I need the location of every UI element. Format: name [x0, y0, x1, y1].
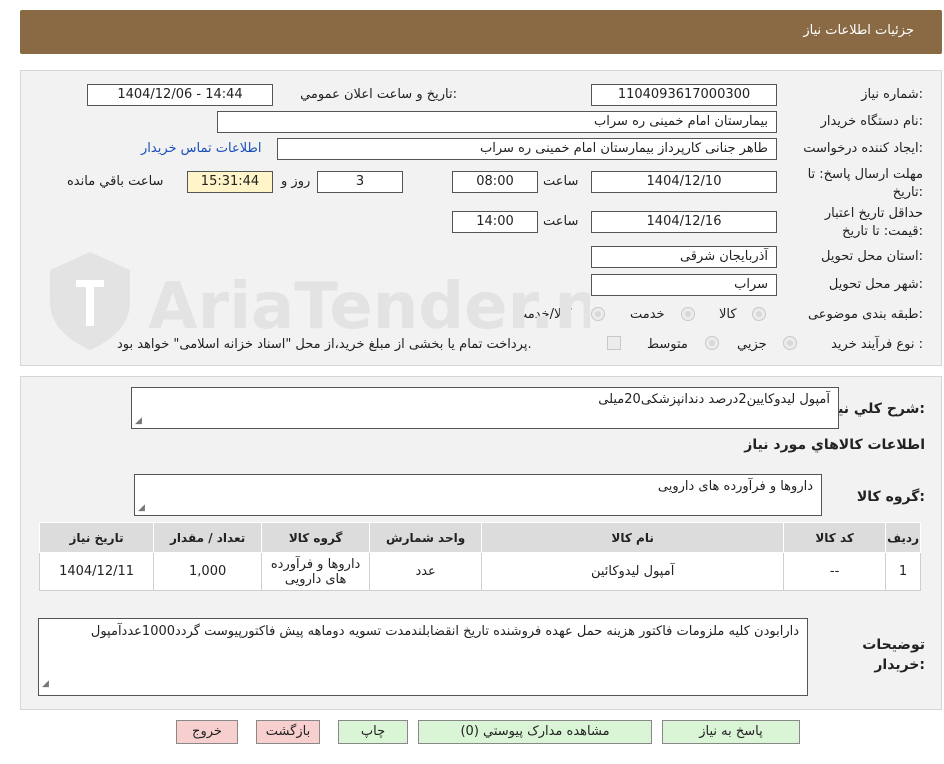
summary-text: آمپول لیدوکایین2درصد دندانپزشکی20میلی	[598, 392, 830, 407]
category-goods-radio[interactable]	[752, 307, 766, 321]
validity-label: حداقل تاریخ اعتبار	[824, 206, 923, 221]
buyer-contact-link[interactable]: اطلاعات تماس خریدار	[141, 141, 261, 156]
resize-grip-icon[interactable]: ◢	[135, 416, 142, 426]
process-label: نوع فرآیند خرید :	[831, 337, 923, 352]
col-need-date: تاریخ نیاز	[38, 522, 155, 553]
deadline-time-field: 08:00	[452, 171, 538, 193]
cell-quantity: 1,000	[153, 552, 263, 591]
province-field: آذربایجان شرقی	[591, 246, 777, 268]
cell-goods-group: داروها و فرآورده های دارویی	[261, 552, 371, 591]
resize-grip-icon[interactable]: ◢	[138, 503, 145, 513]
creator-field: طاهر جنانی کارپرداز بیمارستان امام خمینی…	[277, 138, 777, 160]
buyer-notes-label: توضیحات خریدار:	[862, 637, 925, 673]
validity-date-field: 1404/12/16	[591, 211, 777, 233]
reply-button[interactable]: پاسخ به نیاز	[662, 720, 800, 744]
city-label: شهر محل تحویل:	[828, 277, 923, 292]
process-minor-label: جزیي	[737, 337, 767, 352]
goods-group-textarea[interactable]: داروها و فرآورده های دارویی ◢	[134, 474, 822, 516]
col-goods-name: نام کالا	[481, 522, 785, 553]
remaining-label: ساعت باقي مانده	[67, 174, 164, 189]
deadline-label-2: تاریخ:	[892, 185, 923, 200]
goods-group-label: گروه کالا:	[856, 489, 925, 505]
back-button[interactable]: بازگشت	[256, 720, 320, 744]
buyer-field: بیمارستان امام خمینی ره سراب	[217, 111, 777, 133]
validity-time-label: ساعت	[543, 214, 579, 229]
goods-table: ردیف کد کالا نام کالا واحد شمارش گروه کا…	[38, 522, 921, 591]
deadline-date-field: 1404/12/10	[591, 171, 777, 193]
category-goods-service-radio[interactable]	[591, 307, 605, 321]
print-button[interactable]: چاپ	[338, 720, 408, 744]
col-quantity: تعداد / مقدار	[153, 522, 263, 553]
treasury-checkbox[interactable]	[607, 336, 621, 350]
process-medium-label: متوسط	[647, 337, 688, 352]
buyer-label: نام دستگاه خریدار:	[820, 114, 923, 129]
category-service-radio[interactable]	[681, 307, 695, 321]
resize-grip-icon[interactable]: ◢	[42, 675, 49, 693]
col-unit: واحد شمارش	[369, 522, 483, 553]
need-details-panel: شرح کلي نیاز: آمپول لیدوکایین2درصد دندان…	[20, 376, 942, 710]
validity-label-2: قیمت: تا تاریخ:	[842, 224, 923, 239]
need-number-label: شماره نیاز:	[861, 87, 923, 102]
announce-label: تاریخ و ساعت اعلان عمومي:	[300, 87, 457, 102]
remaining-time-field: 15:31:44	[187, 171, 273, 193]
exit-button[interactable]: خروج	[176, 720, 238, 744]
page-title: جزئیات اطلاعات نیاز	[803, 23, 914, 38]
cell-need-date: 1404/12/11	[38, 552, 155, 591]
col-goods-group: گروه کالا	[261, 522, 371, 553]
category-goods-label: کالا	[719, 307, 737, 322]
summary-label: شرح کلي نیاز:	[824, 401, 925, 417]
cell-goods-name: آمپول لیدوکائین	[481, 552, 785, 591]
goods-group-text: داروها و فرآورده های دارویی	[657, 479, 813, 494]
cell-goods-code: --	[783, 552, 887, 591]
buyer-notes-text: دارابودن کلیه ملزومات فاکتور هزینه حمل ع…	[90, 624, 799, 639]
table-row: 1 -- آمپول لیدوکائین عدد داروها و فرآورد…	[38, 552, 921, 591]
buyer-notes-textarea[interactable]: دارابودن کلیه ملزومات فاکتور هزینه حمل ع…	[38, 618, 808, 696]
table-header-row: ردیف کد کالا نام کالا واحد شمارش گروه کا…	[38, 522, 921, 553]
page-header: جزئیات اطلاعات نیاز	[20, 10, 942, 54]
need-number-field: 1104093617000300	[591, 84, 777, 106]
process-medium-radio[interactable]	[705, 336, 719, 350]
cell-unit: عدد	[369, 552, 483, 591]
category-goods-service-label: کالا/خدمت	[515, 307, 572, 322]
summary-textarea[interactable]: آمپول لیدوکایین2درصد دندانپزشکی20میلی ◢	[131, 387, 839, 429]
deadline-label: مهلت ارسال پاسخ: تا	[807, 167, 923, 182]
creator-label: ایجاد کننده درخواست:	[803, 141, 923, 156]
cell-row-number: 1	[885, 552, 921, 591]
days-field: 3	[317, 171, 403, 193]
days-label: روز و	[281, 174, 311, 189]
category-label: طبقه بندی موضوعی:	[807, 307, 923, 322]
announce-field: 1404/12/06 - 14:44	[87, 84, 273, 106]
process-minor-radio[interactable]	[783, 336, 797, 350]
validity-time-field: 14:00	[452, 211, 538, 233]
city-field: سراب	[591, 274, 777, 296]
col-goods-code: کد کالا	[783, 522, 887, 553]
need-info-panel: شماره نیاز: 1104093617000300 تاریخ و ساع…	[20, 70, 942, 366]
view-attachments-button[interactable]: مشاهده مدارک پیوستي (0)	[418, 720, 652, 744]
category-service-label: خدمت	[630, 307, 665, 322]
deadline-time-label: ساعت	[543, 174, 579, 189]
province-label: استان محل تحویل:	[821, 249, 923, 264]
process-note: پرداخت تمام یا بخشی از مبلغ خرید،از محل …	[117, 337, 532, 352]
col-row-number: ردیف	[885, 522, 921, 553]
goods-info-title: اطلاعات کالاهاي مورد نیاز	[744, 437, 925, 453]
